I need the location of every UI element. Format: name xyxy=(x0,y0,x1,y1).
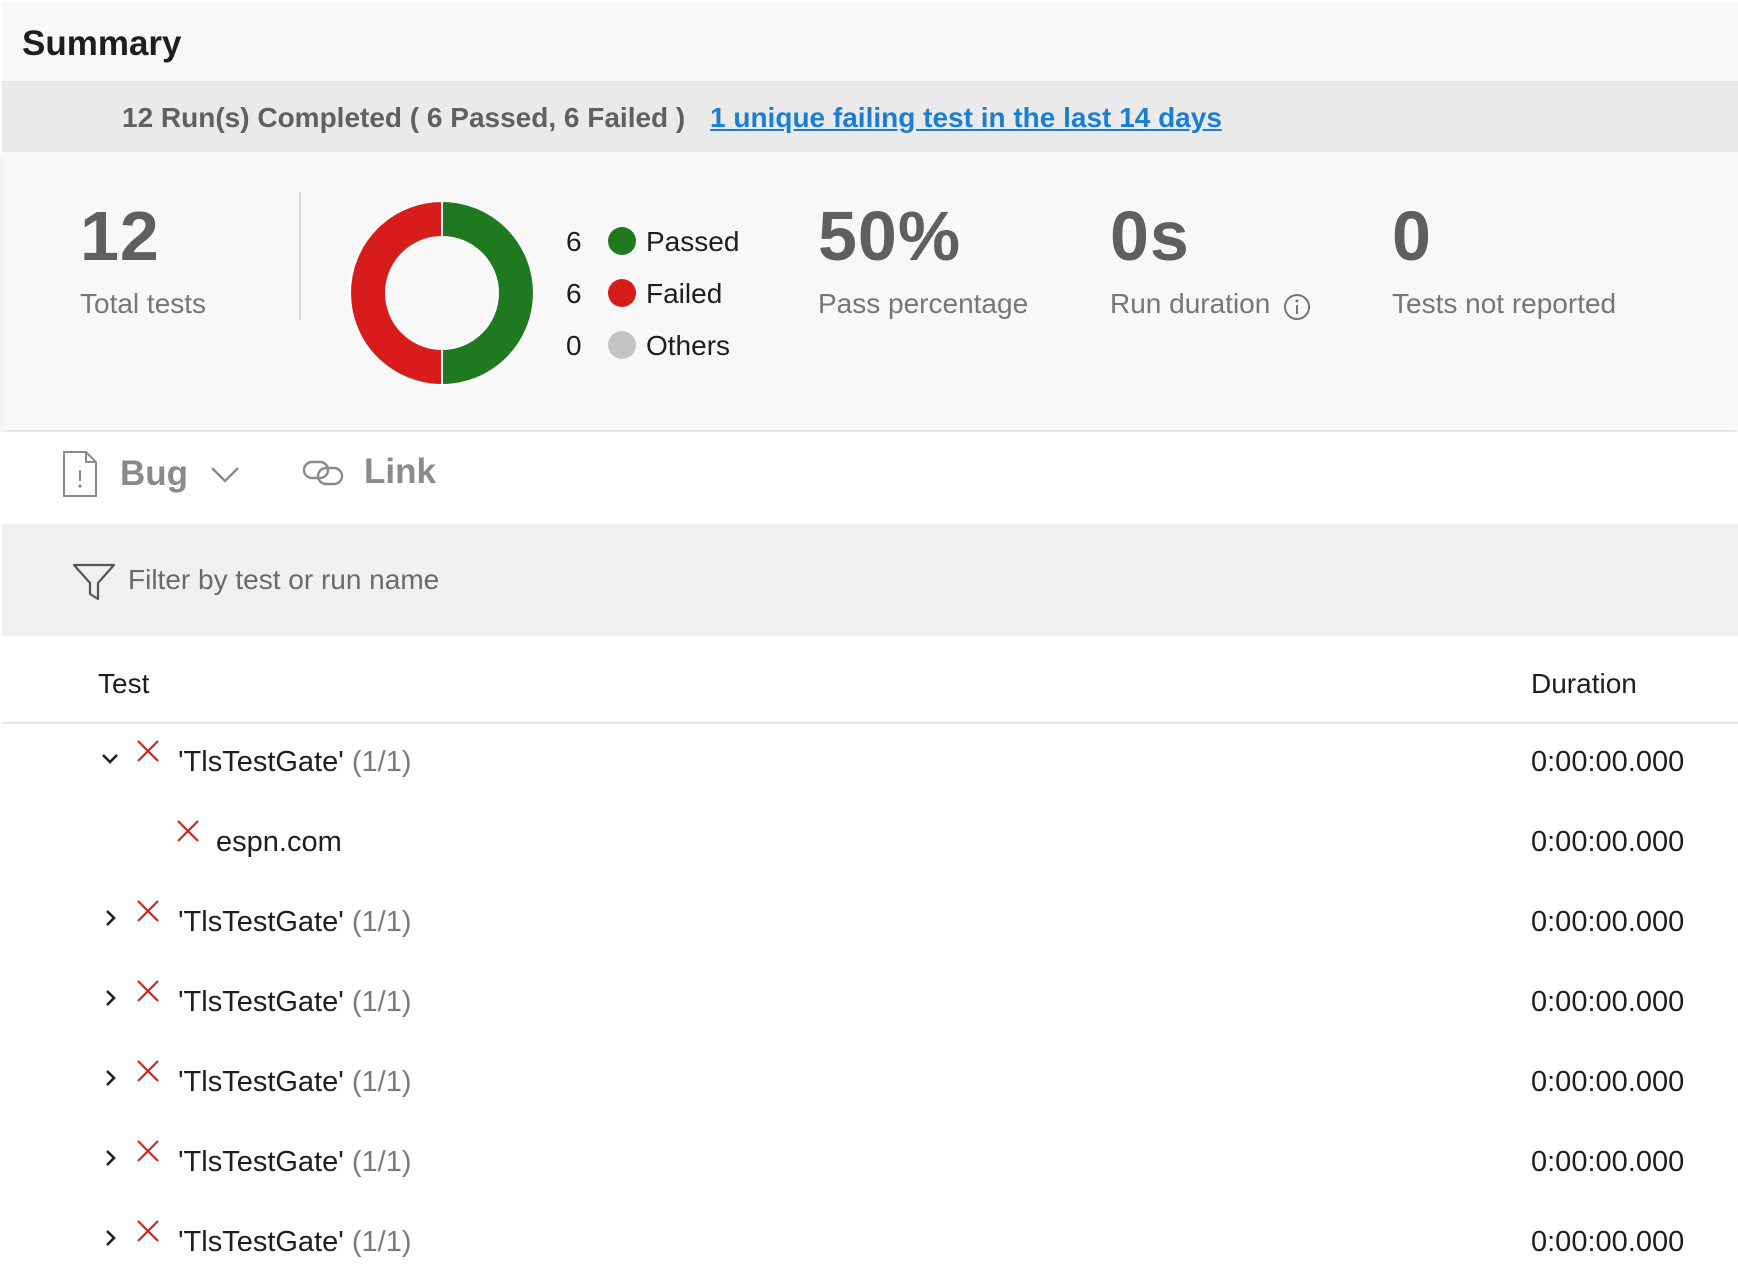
test-name: 'TlsTestGate' (1/1) xyxy=(178,1066,412,1098)
filter-bar xyxy=(2,524,1738,636)
chevron-right-icon[interactable] xyxy=(102,1148,120,1168)
table-row-child[interactable]: espn.com 0:00:00.000 xyxy=(2,804,1738,884)
test-count: (1/1) xyxy=(351,746,412,778)
test-name: 'TlsTestGate' (1/1) xyxy=(178,906,412,938)
total-tests-value: 12 xyxy=(80,197,160,275)
chevron-right-icon[interactable] xyxy=(102,988,120,1008)
page-title: Summary xyxy=(22,24,182,63)
legend-passed-label: Passed xyxy=(646,226,740,257)
test-duration: 0:00:00.000 xyxy=(1531,906,1685,938)
not-reported-label: Tests not reported xyxy=(1392,288,1617,319)
failed-icon xyxy=(137,980,159,1002)
legend-failed-dot xyxy=(608,279,636,307)
test-duration: 0:00:00.000 xyxy=(1531,1146,1685,1178)
chevron-down-icon[interactable] xyxy=(100,750,120,768)
test-name: 'TlsTestGate' (1/1) xyxy=(178,1146,412,1178)
legend-failed-count: 6 xyxy=(566,278,582,309)
pass-percentage-label: Pass percentage xyxy=(818,288,1029,319)
failed-icon xyxy=(137,900,159,922)
failing-tests-link[interactable]: 1 unique failing test in the last 14 day… xyxy=(710,102,1222,134)
test-count: (1/1) xyxy=(351,1146,412,1178)
test-name: 'TlsTestGate' (1/1) xyxy=(178,746,412,778)
table-row[interactable]: 'TlsTestGate' (1/1) 0:00:00.000 xyxy=(2,724,1738,804)
donut-slice-passed[interactable] xyxy=(441,199,535,387)
bug-document-icon xyxy=(63,451,97,497)
test-name: 'TlsTestGate' (1/1) xyxy=(178,1226,412,1258)
test-duration: 0:00:00.000 xyxy=(1531,1226,1685,1258)
legend-others-label: Others xyxy=(646,330,731,361)
run-duration-label: Run duration xyxy=(1110,288,1271,319)
test-name: 'TlsTestGate' (1/1) xyxy=(178,986,412,1018)
table-header: Test Duration xyxy=(2,636,1738,724)
stats-card: 12 Total tests 50% Pass percentage 0s Ru… xyxy=(2,152,1738,430)
chevron-right-icon[interactable] xyxy=(102,1228,120,1248)
test-count: (1/1) xyxy=(351,986,412,1018)
run-duration-value: 0s xyxy=(1110,197,1190,275)
bug-button[interactable]: Bug xyxy=(60,450,242,498)
test-duration: 0:00:00.000 xyxy=(1531,826,1685,858)
outcome-donut-chart xyxy=(349,199,535,387)
test-duration: 0:00:00.000 xyxy=(1531,986,1685,1018)
chevron-down-icon xyxy=(211,467,239,483)
failed-icon xyxy=(137,1220,159,1242)
column-header-duration[interactable]: Duration xyxy=(1531,668,1637,700)
test-count: (1/1) xyxy=(351,906,412,938)
toolbar: Bug Link xyxy=(2,432,1738,522)
failed-icon xyxy=(137,1060,159,1082)
test-duration: 0:00:00.000 xyxy=(1531,1066,1685,1098)
summary-header: Summary xyxy=(2,2,1738,82)
chevron-right-icon[interactable] xyxy=(102,908,120,928)
total-tests-label: Total tests xyxy=(80,288,207,319)
info-icon[interactable] xyxy=(1283,293,1311,321)
pass-percentage-value: 50% xyxy=(818,197,962,275)
table-row[interactable]: 'TlsTestGate' (1/1) 0:00:00.000 xyxy=(2,1124,1738,1204)
legend-failed-label: Failed xyxy=(646,278,723,309)
legend-others-count: 0 xyxy=(566,330,582,361)
run-summary-bar: 12 Run(s) Completed ( 6 Passed, 6 Failed… xyxy=(2,82,1738,152)
link-button[interactable]: Link xyxy=(302,450,436,494)
legend-others-dot xyxy=(608,331,636,359)
test-count: (1/1) xyxy=(351,1226,412,1258)
chevron-right-icon[interactable] xyxy=(102,1068,120,1088)
test-name: espn.com xyxy=(216,826,342,858)
legend-passed-dot xyxy=(608,227,636,255)
filter-input[interactable] xyxy=(128,552,1028,608)
test-duration: 0:00:00.000 xyxy=(1531,746,1685,778)
link-button-label: Link xyxy=(364,452,436,491)
failed-icon xyxy=(137,740,159,762)
column-header-test[interactable]: Test xyxy=(98,668,149,700)
table-row[interactable]: 'TlsTestGate' (1/1) 0:00:00.000 xyxy=(2,1204,1738,1284)
failed-icon xyxy=(137,1140,159,1162)
failed-icon xyxy=(177,820,199,842)
legend-passed-count: 6 xyxy=(566,226,582,257)
bug-button-label: Bug xyxy=(120,454,189,493)
donut-slice-failed[interactable] xyxy=(349,199,443,387)
table-row[interactable]: 'TlsTestGate' (1/1) 0:00:00.000 xyxy=(2,1044,1738,1124)
stats-divider xyxy=(299,192,301,320)
filter-icon xyxy=(72,563,116,601)
not-reported-value: 0 xyxy=(1392,197,1432,275)
run-summary-text: 12 Run(s) Completed ( 6 Passed, 6 Failed… xyxy=(122,102,686,133)
test-count: (1/1) xyxy=(351,1066,412,1098)
table-row[interactable]: 'TlsTestGate' (1/1) 0:00:00.000 xyxy=(2,964,1738,1044)
table-row[interactable]: 'TlsTestGate' (1/1) 0:00:00.000 xyxy=(2,884,1738,964)
link-icon xyxy=(302,460,344,486)
